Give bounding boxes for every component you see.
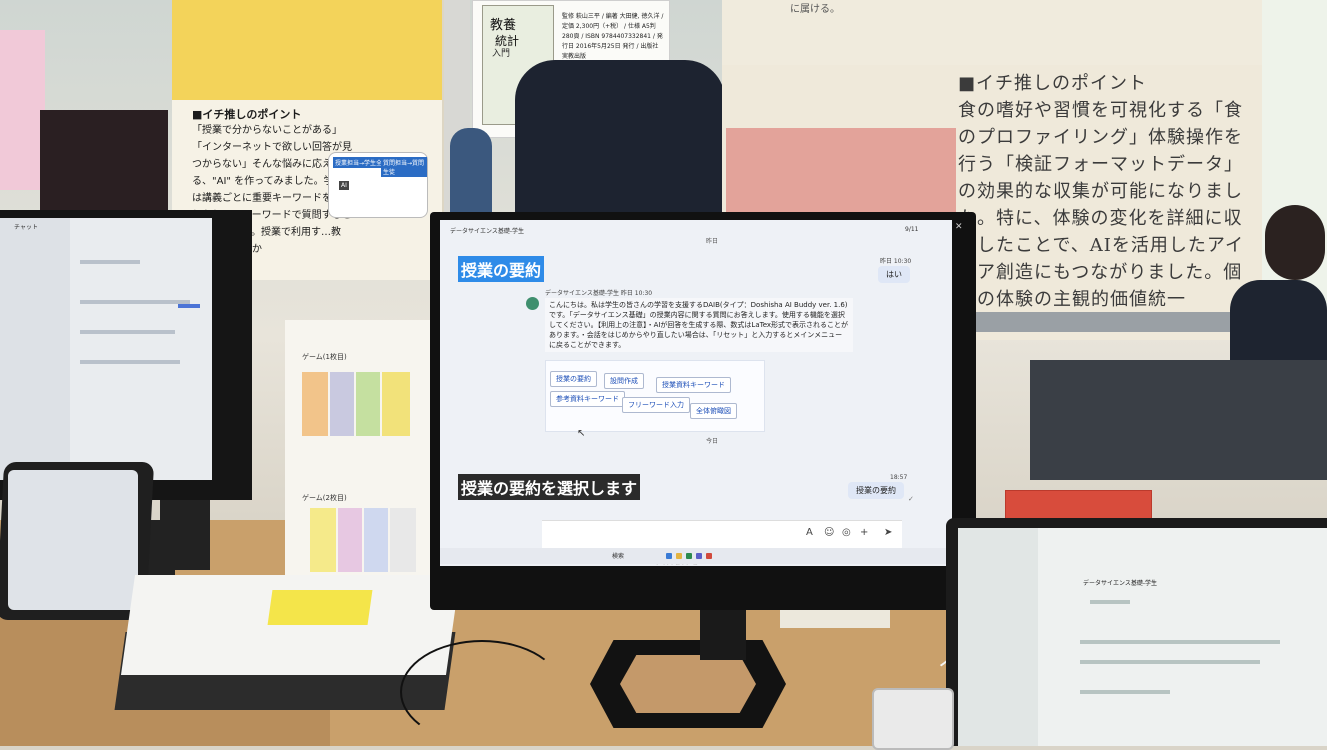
laptop-line <box>1080 690 1170 694</box>
book-title-intro: 入門 <box>492 49 511 59</box>
grid-block-lavender <box>330 372 354 436</box>
taskbar-app-icon[interactable] <box>686 553 692 559</box>
grid-block-pink <box>338 508 362 572</box>
date-divider-today: 今日 <box>706 438 719 445</box>
menu-button-summary[interactable]: 授業の要約 <box>550 371 597 387</box>
chat-header-title: データサイエンス基礎-学生 <box>450 228 524 235</box>
format-icon[interactable]: A <box>806 527 813 538</box>
taskbar-folder-icon[interactable] <box>676 553 682 559</box>
menu-button-overview[interactable]: 全体俯瞰図 <box>690 403 737 419</box>
send-icon[interactable]: ➤ <box>884 527 892 538</box>
laptop-line <box>1080 640 1280 644</box>
person-right-head <box>1265 205 1325 280</box>
black-cable <box>400 640 564 744</box>
message-timestamp: 昨日 10:30 <box>880 258 912 265</box>
laptop-line <box>1090 600 1130 604</box>
taskbar-search[interactable]: 検索 <box>612 551 624 560</box>
left-monitor-user-bubble <box>178 304 200 308</box>
left-monitor-line <box>80 300 190 304</box>
sticker-icon[interactable]: ◎ <box>842 527 851 538</box>
left-monitor-sidebar <box>0 218 70 480</box>
close-icon[interactable]: ✕ <box>955 222 963 232</box>
grid-card-heading-bottom: ゲーム(2枚目) <box>302 494 347 502</box>
taskbar-app-icon[interactable] <box>666 553 672 559</box>
menu-card: 授業の要約 設問作成 授業資料キーワード 参考資料キーワード フリーワード入力 … <box>545 360 765 432</box>
right-poster-photo <box>726 128 956 213</box>
left-monitor-title: チャット <box>14 224 38 231</box>
person-middle <box>515 60 725 220</box>
arcade-machine <box>40 110 168 210</box>
bot-name-label: データサイエンス基礎-学生 昨日 10:30 <box>545 290 653 297</box>
message-composer[interactable]: A ☺ ◎ + ➤ <box>542 520 902 549</box>
attach-icon[interactable]: + <box>860 527 868 538</box>
read-check-icon: ✓ <box>908 495 914 503</box>
left-banner <box>0 30 45 190</box>
menu-button-reference-keywords[interactable]: 参考資料キーワード <box>550 391 625 407</box>
laptop-line <box>1080 660 1260 664</box>
grid-block-blue <box>364 508 388 572</box>
right-poster-note: に属ける。 <box>790 4 840 15</box>
smartphone <box>872 688 954 750</box>
overlay-caption-bottom: 授業の要約を選択します <box>458 474 641 500</box>
menu-button-question[interactable]: 設問作成 <box>604 373 644 389</box>
laptop-chat-title: データサイエンス基礎-学生 <box>1083 580 1157 587</box>
book-meta: 監修 萩山三平 / 編著 大田健, 徳久洋 / 定価 2,300円（+税） / … <box>562 13 664 60</box>
paper-yellow-grid <box>267 590 373 625</box>
grid-block-yellow <box>382 372 410 436</box>
person-far <box>450 128 492 213</box>
taskbar-app-icon[interactable] <box>696 553 702 559</box>
date-divider-yesterday: 昨日 <box>706 238 719 245</box>
left-poster-diagram: 授業担当→学生全体 質問担当→質問生徒 AI <box>328 152 428 218</box>
overlay-caption-top: 授業の要約 <box>458 256 545 282</box>
user-message-bubble: はい <box>878 266 910 283</box>
monitor-stand-base-hole <box>620 655 756 713</box>
laptop-sidebar <box>958 528 1038 746</box>
diagram-chip-right: 質問担当→質問生徒 <box>381 157 427 177</box>
left-monitor-line <box>80 330 175 334</box>
message-timestamp: 18:57 <box>890 474 908 481</box>
left-poster-heading: ■イチ推しのポイント <box>192 108 302 121</box>
left-poster-header <box>172 0 442 100</box>
chat-header-date: 9/11 <box>905 226 919 233</box>
menu-button-material-keywords[interactable]: 授業資料キーワード <box>656 377 731 393</box>
right-table <box>1030 360 1327 480</box>
bot-message: こんにちは。私は学生の皆さんの学習を支援するDAIB(タイプ：Doshisha … <box>545 298 853 352</box>
diagram-chip-ai: AI <box>339 181 349 190</box>
left-monitor-line <box>80 260 140 264</box>
mouse-cursor-icon: ↖ <box>577 428 586 439</box>
right-poster-heading: ■イチ推しのポイント <box>958 73 1148 94</box>
grid-block-grey <box>390 508 416 572</box>
grid-block-yellow-2 <box>310 508 336 572</box>
left-monitor-line <box>80 360 180 364</box>
menu-button-free-word[interactable]: フリーワード入力 <box>622 397 690 413</box>
book-title-main: 教養 <box>490 18 517 33</box>
grid-block-green <box>356 372 380 436</box>
right-poster-body: 食の嗜好や習慣を可視化する「食のプロファイリング」体験操作を行う「検証フォーマッ… <box>958 100 1244 310</box>
right-poster-text: ■イチ推しのポイント 食の嗜好や習慣を可視化する「食のプロファイリング」体験操作… <box>958 70 1248 313</box>
tablet-screen <box>8 470 138 610</box>
grid-block-orange <box>302 372 328 436</box>
grid-card-heading-top: ゲーム(1枚目) <box>302 353 347 361</box>
emoji-icon[interactable]: ☺ <box>824 527 834 538</box>
taskbar-app-icon[interactable] <box>706 553 712 559</box>
user-message-bubble: 授業の要約 <box>848 482 904 499</box>
bot-avatar-icon <box>526 297 539 310</box>
